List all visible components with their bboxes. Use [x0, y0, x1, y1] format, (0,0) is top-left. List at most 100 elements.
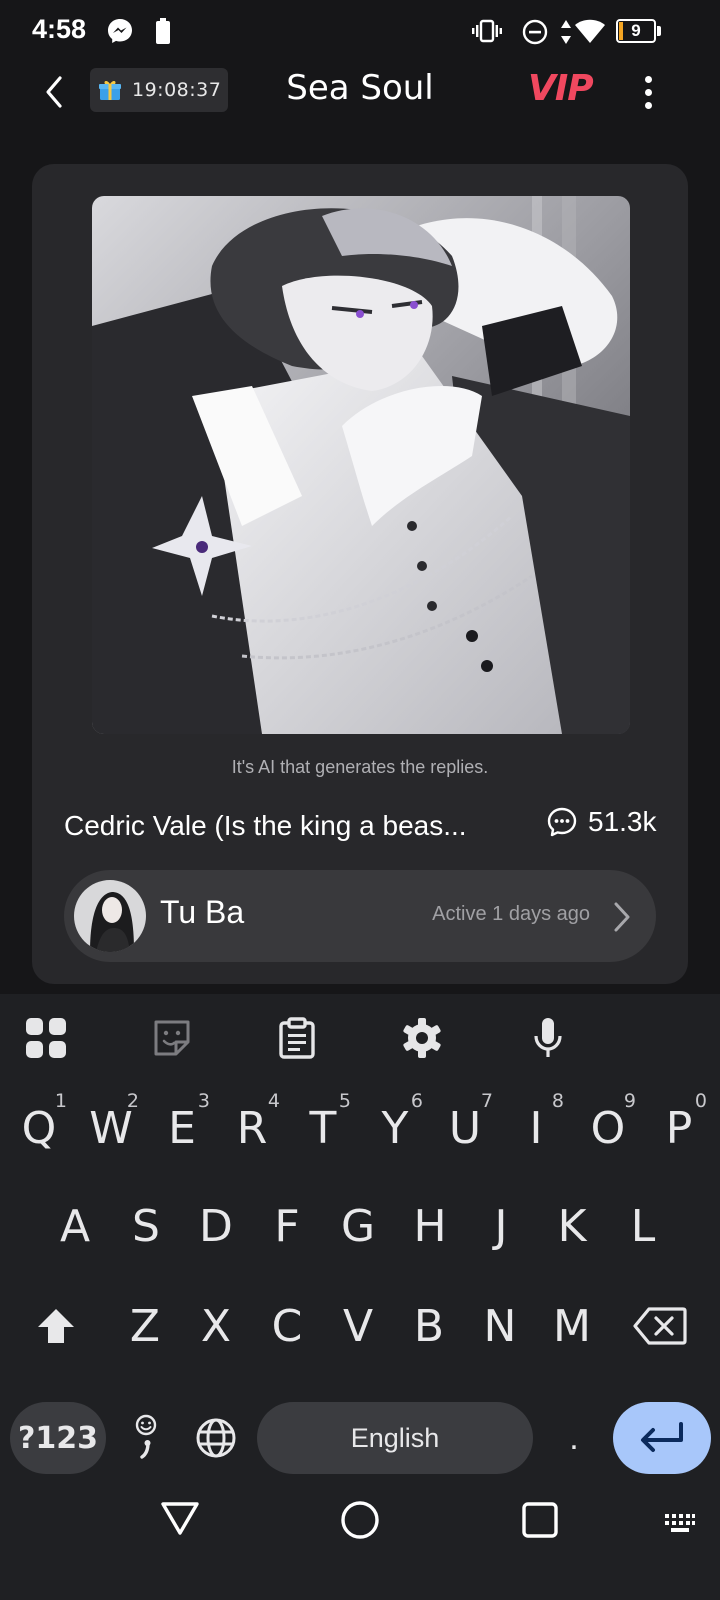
key-label: P	[665, 1102, 693, 1154]
key-hint: 1	[54, 1090, 67, 1112]
backspace-icon	[633, 1307, 687, 1345]
apps-grid-icon[interactable]	[24, 1016, 68, 1060]
chat-bubble-icon	[547, 807, 577, 837]
battery-level: 9	[631, 21, 641, 40]
key-a[interactable]: A	[39, 1184, 111, 1268]
keyboard-switch-icon[interactable]	[664, 1512, 696, 1534]
home-circle-icon[interactable]	[340, 1500, 380, 1540]
key-i[interactable]: I8	[500, 1086, 572, 1170]
emoji-comma-icon	[135, 1414, 157, 1459]
key-u[interactable]: U7	[429, 1086, 501, 1170]
key-e[interactable]: E3	[146, 1086, 218, 1170]
app-header: 19:08:37 Sea Soul VIP	[0, 60, 720, 160]
key-label: E	[168, 1102, 196, 1154]
key-c[interactable]: C	[251, 1284, 323, 1368]
character-portrait-image[interactable]	[92, 196, 630, 734]
enter-key[interactable]	[613, 1402, 711, 1474]
globe-icon	[196, 1418, 236, 1458]
chat-count: 51.3k	[588, 806, 657, 837]
key-l[interactable]: L	[607, 1184, 679, 1268]
space-bar[interactable]: English	[257, 1402, 533, 1474]
emoji-comma-key[interactable]	[126, 1402, 166, 1474]
key-label: U	[448, 1102, 482, 1154]
key-y[interactable]: Y6	[359, 1086, 431, 1170]
more-dot-icon	[644, 101, 652, 109]
settings-gear-icon[interactable]	[400, 1016, 444, 1060]
enter-arrow-icon	[641, 1422, 683, 1452]
ai-disclaimer: It's AI that generates the replies.	[231, 757, 489, 777]
vip-button[interactable]: VIP	[528, 68, 594, 109]
status-bar: 4:58 9	[0, 0, 720, 60]
key-label: T	[309, 1102, 337, 1154]
keyboard-toolbar	[0, 994, 720, 1084]
key-hint: 0	[694, 1090, 707, 1112]
language-key[interactable]	[191, 1402, 241, 1474]
key-hint: 2	[126, 1090, 139, 1112]
key-s[interactable]: S	[110, 1184, 182, 1268]
key-j[interactable]: J	[465, 1184, 537, 1268]
creator-profile-row[interactable]: Tu Ba Active 1 days ago	[64, 870, 656, 962]
key-x[interactable]: X	[180, 1284, 252, 1368]
backspace-key[interactable]	[624, 1284, 696, 1368]
data-arrows-icon	[561, 20, 571, 44]
key-p[interactable]: P0	[643, 1086, 715, 1170]
reward-timer-chip[interactable]: 19:08:37	[90, 68, 228, 112]
key-n[interactable]: N	[464, 1284, 536, 1368]
battery-saver-icon	[156, 18, 170, 44]
system-navigation-bar	[0, 1474, 720, 1600]
sticker-icon[interactable]	[150, 1016, 194, 1060]
chat-count-stat: 51.3k	[546, 806, 657, 838]
key-label: R	[236, 1102, 268, 1154]
chevron-right-icon	[614, 902, 630, 932]
key-hint: 6	[410, 1090, 423, 1112]
key-f[interactable]: F	[251, 1184, 323, 1268]
on-screen-keyboard: Q1 W2 E3 R4 T5 Y6 U7 I8 O9 P0 A S D F G …	[0, 994, 720, 1474]
key-hint: 4	[267, 1090, 280, 1112]
recents-square-icon[interactable]	[522, 1502, 558, 1538]
page-title: Sea Soul	[286, 68, 434, 108]
timer-text: 19:08:37	[132, 79, 222, 101]
back-button[interactable]	[36, 70, 72, 114]
key-k[interactable]: K	[536, 1184, 608, 1268]
back-triangle-icon[interactable]	[160, 1500, 200, 1536]
status-time: 4:58	[32, 14, 87, 44]
key-h[interactable]: H	[394, 1184, 466, 1268]
key-o[interactable]: O9	[572, 1086, 644, 1170]
creator-name: Tu Ba	[160, 894, 245, 930]
do-not-disturb-icon	[522, 19, 548, 45]
key-q[interactable]: Q1	[3, 1086, 75, 1170]
key-label: Y	[381, 1102, 409, 1154]
microphone-icon[interactable]	[526, 1016, 570, 1060]
key-label: Q	[21, 1102, 57, 1154]
key-hint: 8	[551, 1090, 564, 1112]
key-b[interactable]: B	[393, 1284, 465, 1368]
gift-icon	[99, 80, 121, 100]
key-hint: 9	[623, 1090, 636, 1112]
creator-avatar	[74, 880, 146, 952]
clipboard-icon[interactable]	[275, 1016, 319, 1060]
character-name[interactable]: Cedric Vale (Is the king a beas...	[64, 810, 504, 842]
key-hint: 5	[338, 1090, 351, 1112]
key-g[interactable]: G	[322, 1184, 394, 1268]
character-card: It's AI that generates the replies. Cedr…	[32, 164, 688, 984]
shift-arrow-icon	[38, 1309, 74, 1343]
key-t[interactable]: T5	[287, 1086, 359, 1170]
shift-key[interactable]	[20, 1284, 92, 1368]
key-v[interactable]: V	[322, 1284, 394, 1368]
more-dot-icon	[644, 88, 652, 96]
period-key[interactable]: .	[554, 1402, 594, 1474]
key-w[interactable]: W2	[75, 1086, 147, 1170]
battery-icon: 9	[616, 19, 662, 43]
key-label: I	[529, 1102, 543, 1154]
more-dot-icon	[644, 75, 652, 83]
key-hint: 3	[197, 1090, 210, 1112]
key-label: O	[590, 1102, 626, 1154]
key-d[interactable]: D	[180, 1184, 252, 1268]
key-m[interactable]: M	[536, 1284, 608, 1368]
key-z[interactable]: Z	[109, 1284, 181, 1368]
creator-active-status: Active 1 days ago	[432, 903, 590, 925]
key-hint: 7	[480, 1090, 493, 1112]
more-options-button[interactable]	[630, 70, 666, 114]
key-r[interactable]: R4	[216, 1086, 288, 1170]
symbols-key[interactable]: ?123	[10, 1402, 106, 1474]
